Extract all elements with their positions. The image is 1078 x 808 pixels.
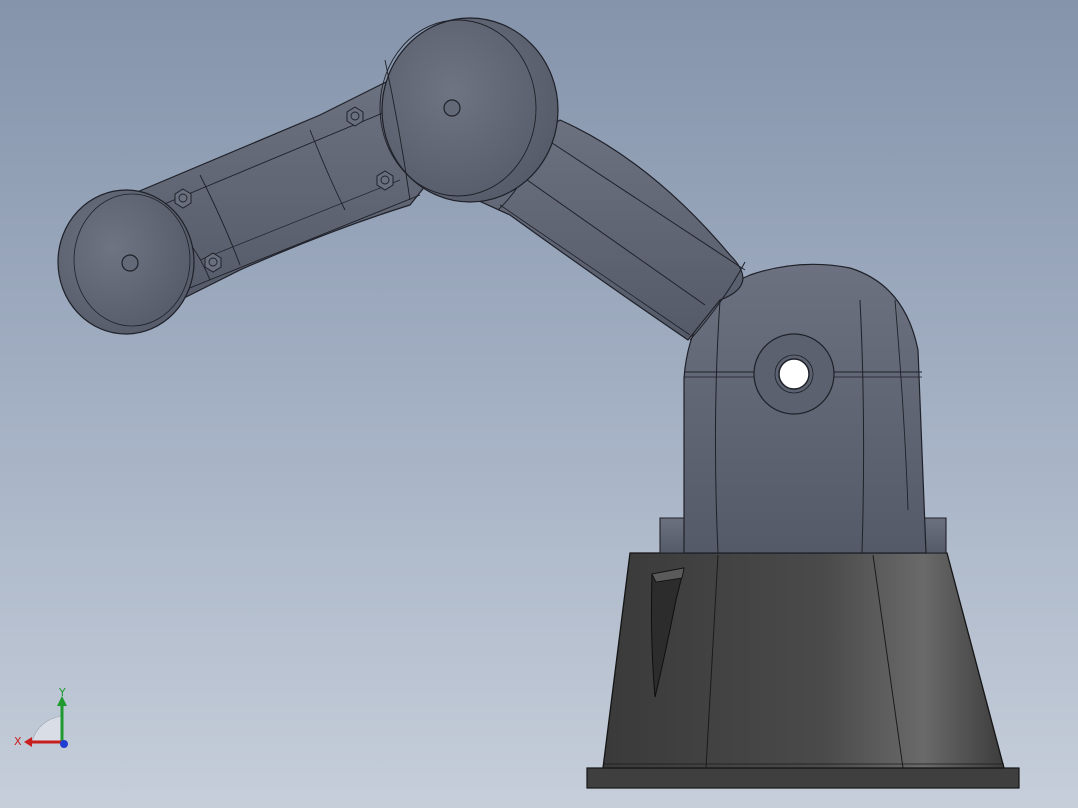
wrist-joint[interactable] bbox=[57, 189, 195, 335]
z-axis-dot bbox=[60, 740, 68, 748]
elbow-joint[interactable] bbox=[379, 17, 559, 203]
shoulder-joint-bore bbox=[753, 333, 835, 415]
base-plate bbox=[586, 767, 1020, 789]
3d-viewport[interactable]: Y X bbox=[0, 0, 1078, 808]
robot-arm-model[interactable] bbox=[0, 0, 1078, 808]
base-pedestal[interactable] bbox=[586, 552, 1020, 789]
x-axis-label: X bbox=[14, 735, 22, 748]
reference-triad: Y X bbox=[14, 686, 68, 748]
y-axis-label: Y bbox=[58, 686, 66, 699]
elbow-pin-hole bbox=[443, 99, 461, 117]
wrist-pin-hole bbox=[121, 254, 139, 272]
